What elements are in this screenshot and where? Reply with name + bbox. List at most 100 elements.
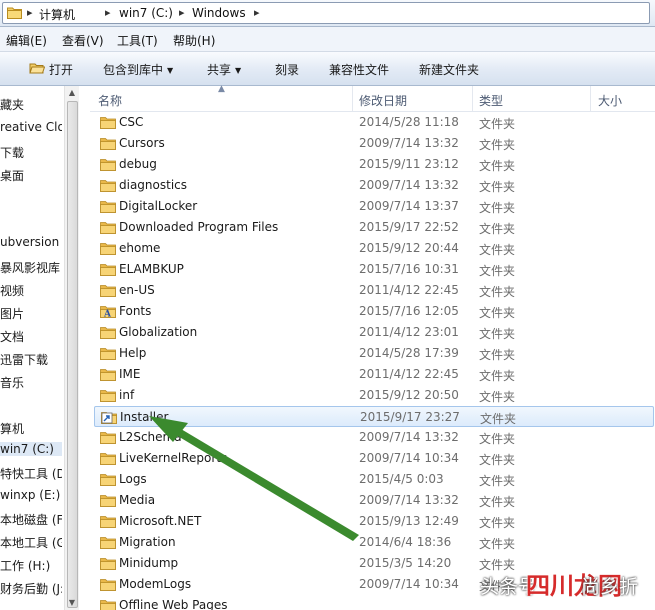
file-modified-date: 2009/7/14 13:32 <box>359 430 459 444</box>
menu-edit[interactable]: 编辑(E) <box>6 32 47 49</box>
column-name[interactable]: 名称 <box>98 92 122 109</box>
breadcrumb-separator[interactable]: ▸ <box>179 6 185 19</box>
folder-icon <box>100 600 116 610</box>
share-label: 共享 <box>207 63 232 77</box>
file-row[interactable]: ELAMBKUP 2015/7/16 10:31 文件夹 <box>94 259 654 280</box>
nav-item[interactable]: 特快工具 (D: <box>0 465 62 482</box>
breadcrumb-separator[interactable]: ▸ <box>105 6 111 19</box>
file-name: Fonts <box>119 304 152 318</box>
file-modified-date: 2009/7/14 10:34 <box>359 451 459 465</box>
nav-item[interactable]: 财务后勤 (J:) <box>0 580 62 597</box>
navigation-pane: 藏夹 reative Clo 下载桌面 ubversion 暴风影视库视频图片文档迅雷下… <box>0 86 62 610</box>
open-button[interactable]: 打开 <box>49 61 73 78</box>
nav-item[interactable]: 迅雷下载 <box>0 351 48 368</box>
file-modified-date: 2009/7/14 13:32 <box>359 136 459 150</box>
nav-item[interactable]: 视频 <box>0 282 24 299</box>
file-row[interactable]: Installer 2015/9/17 23:27 文件夹 <box>94 406 654 427</box>
file-modified-date: 2015/9/13 12:49 <box>359 514 459 528</box>
column-divider[interactable] <box>352 86 353 111</box>
file-row[interactable]: Microsoft.NET 2015/9/13 12:49 文件夹 <box>94 511 654 532</box>
nav-item[interactable]: 藏夹 <box>0 96 24 113</box>
file-name: debug <box>119 157 157 171</box>
file-row[interactable]: inf 2015/9/12 20:50 文件夹 <box>94 385 654 406</box>
folder-icon <box>100 579 116 591</box>
file-name: Globalization <box>119 325 198 339</box>
file-row[interactable]: L2Schema 2009/7/14 13:32 文件夹 <box>94 427 654 448</box>
column-size[interactable]: 大小 <box>598 92 622 109</box>
file-modified-date: 2009/7/14 13:32 <box>359 178 459 192</box>
file-row[interactable]: Help 2014/5/28 17:39 文件夹 <box>94 343 654 364</box>
nav-scrollbar[interactable]: ▲ ▼ <box>64 86 79 610</box>
open-icon <box>29 63 45 74</box>
sort-ascending-icon: ▲ <box>218 84 225 94</box>
file-row[interactable]: Migration 2014/6/4 18:36 文件夹 <box>94 532 654 553</box>
file-row[interactable]: Media 2009/7/14 13:32 文件夹 <box>94 490 654 511</box>
nav-item[interactable]: win7 (C:) <box>0 442 62 456</box>
file-type: 文件夹 <box>479 264 516 278</box>
scroll-up-icon[interactable]: ▲ <box>67 88 77 98</box>
new-folder-button[interactable]: 新建文件夹 <box>419 61 479 78</box>
scroll-down-icon[interactable]: ▼ <box>67 598 77 608</box>
file-row[interactable]: Logs 2015/4/5 0:03 文件夹 <box>94 469 654 490</box>
menu-tools[interactable]: 工具(T) <box>117 32 158 49</box>
file-row[interactable]: IME 2011/4/12 22:45 文件夹 <box>94 364 654 385</box>
nav-item[interactable]: 下载 <box>0 144 24 161</box>
folder-icon <box>100 285 116 297</box>
file-row[interactable]: DigitalLocker 2009/7/14 13:37 文件夹 <box>94 196 654 217</box>
share-button[interactable]: 共享 ▼ <box>207 61 241 78</box>
menu-view[interactable]: 查看(V) <box>62 32 104 49</box>
file-row[interactable]: Downloaded Program Files 2015/9/17 22:52 文… <box>94 217 654 238</box>
address-field[interactable]: ▸ 计算机 ▸ win7 (C:) ▸ Windows ▸ <box>2 2 650 24</box>
breadcrumb-separator[interactable]: ▸ <box>254 6 260 19</box>
pane-splitter[interactable] <box>79 86 90 610</box>
column-date[interactable]: 修改日期 <box>359 92 407 109</box>
file-row[interactable]: debug 2015/9/11 23:12 文件夹 <box>94 154 654 175</box>
file-row[interactable]: LiveKernelReports 2009/7/14 10:34 文件夹 <box>94 448 654 469</box>
nav-item[interactable]: 本地工具 (G: <box>0 534 62 551</box>
file-row[interactable]: en-US 2011/4/12 22:45 文件夹 <box>94 280 654 301</box>
nav-item[interactable]: winxp (E:) <box>0 488 60 502</box>
burn-button[interactable]: 刻录 <box>275 61 299 78</box>
svg-text:A: A <box>103 310 112 319</box>
file-type: 文件夹 <box>479 516 516 530</box>
file-row[interactable]: A Fonts 2015/7/16 12:05 文件夹 <box>94 301 654 322</box>
file-modified-date: 2015/9/17 23:27 <box>360 410 460 424</box>
column-divider[interactable] <box>590 86 591 111</box>
file-row[interactable]: ehome 2015/9/12 20:44 文件夹 <box>94 238 654 259</box>
column-divider[interactable] <box>472 86 473 111</box>
nav-item[interactable]: ubversion <box>0 235 59 249</box>
column-type[interactable]: 类型 <box>479 92 503 109</box>
nav-item[interactable]: 音乐 <box>0 374 24 391</box>
file-name: CSC <box>119 115 144 129</box>
nav-item[interactable]: reative Clo <box>0 120 62 134</box>
file-row[interactable]: CSC 2014/5/28 11:18 文件夹 <box>94 112 654 133</box>
folder-icon <box>7 7 22 19</box>
file-type: 文件夹 <box>479 201 516 215</box>
include-library-button[interactable]: 包含到库中 ▼ <box>103 61 173 78</box>
nav-item[interactable]: 图片 <box>0 305 24 322</box>
folder-icon <box>100 495 116 507</box>
nav-item[interactable]: 本地磁盘 (F:) <box>0 511 62 528</box>
file-name: ELAMBKUP <box>119 262 184 276</box>
file-row[interactable]: Cursors 2009/7/14 13:32 文件夹 <box>94 133 654 154</box>
file-modified-date: 2014/6/4 18:36 <box>359 535 452 549</box>
compatibility-button[interactable]: 兼容性文件 <box>329 61 389 78</box>
file-type: 文件夹 <box>479 159 516 173</box>
nav-item[interactable]: 桌面 <box>0 167 24 184</box>
breadcrumb-folder[interactable]: Windows <box>192 6 246 20</box>
nav-item[interactable]: 文档 <box>0 328 24 345</box>
scrollbar-thumb[interactable] <box>67 101 78 608</box>
file-type: 文件夹 <box>479 390 516 404</box>
nav-item[interactable]: 算机 <box>0 420 24 437</box>
chevron-down-icon: ▼ <box>235 66 242 75</box>
nav-item[interactable]: 工作 (H:) <box>0 557 50 574</box>
breadcrumb-separator[interactable]: ▸ <box>27 6 33 19</box>
file-list: CSC 2014/5/28 11:18 文件夹 Cursors 2009/7/14 13… <box>90 112 655 610</box>
breadcrumb-computer[interactable]: 计算机 <box>39 6 75 23</box>
menu-help[interactable]: 帮助(H) <box>173 32 215 49</box>
breadcrumb-drive[interactable]: win7 (C:) <box>119 6 173 20</box>
file-row[interactable]: Globalization 2011/4/12 23:01 文件夹 <box>94 322 654 343</box>
folder-icon <box>100 201 116 213</box>
nav-item[interactable]: 暴风影视库 <box>0 259 60 276</box>
file-row[interactable]: diagnostics 2009/7/14 13:32 文件夹 <box>94 175 654 196</box>
